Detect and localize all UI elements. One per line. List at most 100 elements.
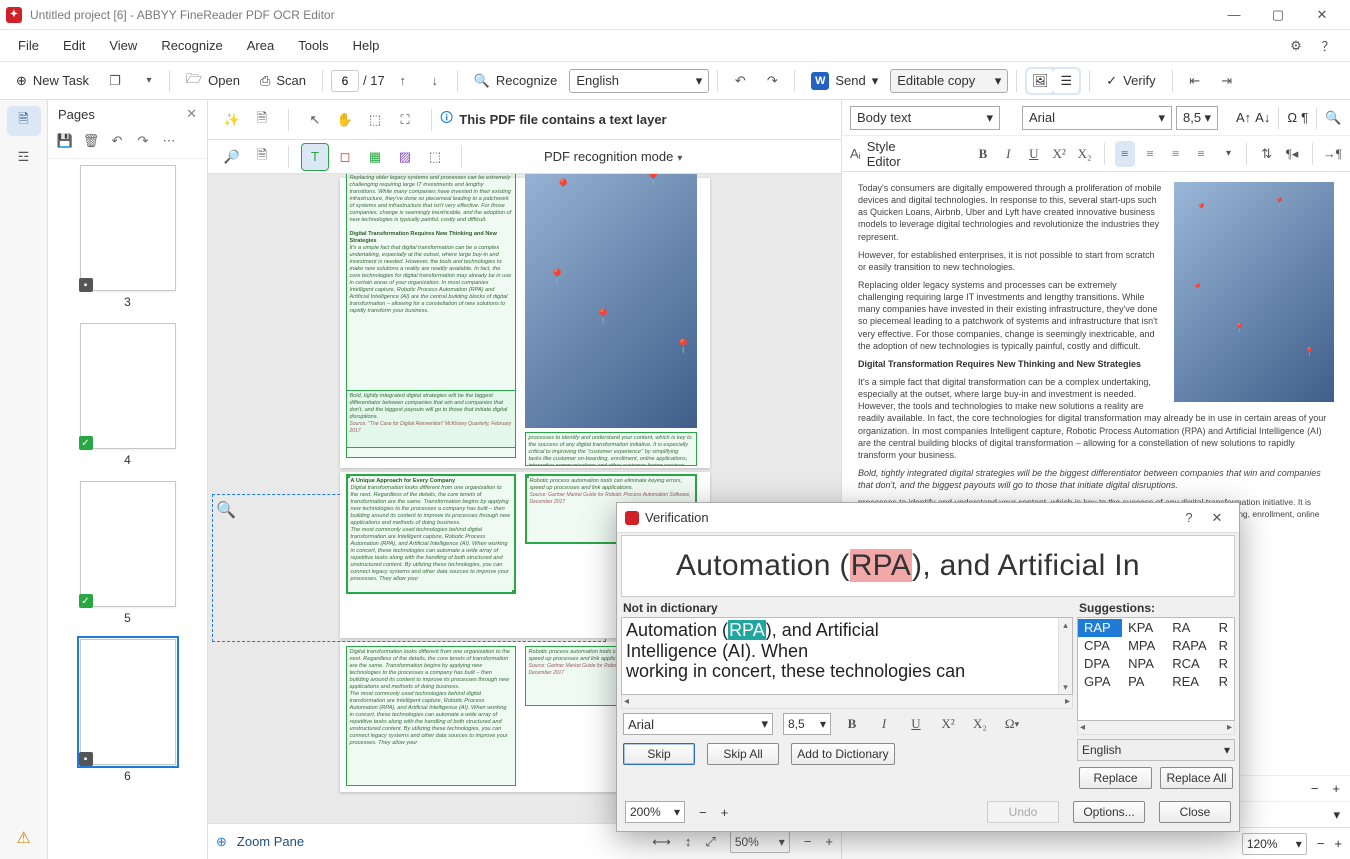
undo-icon[interactable]: ↶ [726,67,754,95]
style-editor-label[interactable]: Style Editor [867,139,917,169]
recognize-button[interactable]: 🔍Recognize [466,70,566,92]
verification-titlebar[interactable]: Verification ? ✕ [617,503,1239,533]
menu-area[interactable]: Area [237,34,284,57]
verify-language-select[interactable]: English▾ [1077,739,1235,761]
first-page-icon[interactable]: ⇤ [1181,67,1209,95]
suggestion-item[interactable]: MPA [1122,637,1166,655]
suggestion-item[interactable]: RAPA [1166,637,1212,655]
verify-italic-button[interactable]: I [873,713,895,735]
verify-underline-button[interactable]: U [905,713,927,735]
last-page-icon[interactable]: ⇥ [1213,67,1241,95]
warning-icon[interactable]: ⚠ [7,823,41,853]
undo-button[interactable]: Undo [987,801,1059,823]
dialog-help-icon[interactable]: ? [1175,505,1203,531]
dialog-close-icon[interactable]: ✕ [1203,505,1231,531]
layers-icon[interactable]: ❐ [101,67,129,95]
properties-rail-icon[interactable]: ☲ [7,142,41,172]
pdf-recognition-mode-select[interactable]: PDF recognition mode [544,149,682,164]
save-icon[interactable]: 💾 [54,130,76,152]
select-all-icon[interactable]: ⛶ [391,106,419,134]
suggestion-item[interactable]: R [1213,655,1234,673]
help-icon[interactable]: ？ [1314,32,1342,60]
pages-rail-icon[interactable]: 🗎 [7,106,41,136]
menu-recognize[interactable]: Recognize [151,34,232,57]
chevron-down-icon[interactable]: ▾ [1333,807,1340,823]
page-number-input[interactable] [331,70,359,92]
suggestion-item[interactable]: GPA [1078,673,1122,691]
rotate-right-icon[interactable]: ↷ [132,130,154,152]
text-area-icon[interactable]: T [301,143,329,171]
decrease-font-icon[interactable]: A↓ [1255,110,1270,125]
background-area-icon[interactable]: ▨ [391,143,419,171]
options-button[interactable]: Options... [1073,801,1145,823]
send-button[interactable]: WSend▾ [803,69,886,93]
zoom-out-icon[interactable]: − [1311,781,1319,796]
picture-area-icon[interactable]: ◻ [331,143,359,171]
page-thumb-3[interactable]: ▪ 3 [56,165,199,309]
zoom-level-select[interactable]: 50%▾ [730,831,790,853]
line-spacing-icon[interactable]: ⇅ [1257,141,1276,167]
show-marks-icon[interactable]: ¶ [1301,110,1308,125]
find-icon[interactable]: 🔍 [1325,110,1341,126]
suggestions-hscrollbar[interactable]: ◂▸ [1077,721,1235,735]
suggestions-list[interactable]: RAP CPA DPA GPA KPA MPA NPA PA RA RAPA [1077,617,1235,721]
suggestion-item[interactable]: REA [1166,673,1212,691]
suggestion-item[interactable]: CPA [1078,637,1122,655]
zoom-in-icon[interactable]: + [1334,836,1342,851]
verification-text-input[interactable]: Automation (RPA), and Artificial Intelli… [621,617,1073,695]
new-task-button[interactable]: ⊕New Task [8,70,97,92]
verify-zoom-out-icon[interactable]: − [699,805,707,820]
verify-symbol-button[interactable]: Ω▾ [1001,713,1023,735]
italic-button[interactable]: I [999,141,1018,167]
replace-all-button[interactable]: Replace All [1160,767,1233,789]
style-select[interactable]: Body text▾ [850,106,1000,130]
suggestion-item[interactable]: R [1213,637,1234,655]
verify-button[interactable]: ✓Verify [1098,70,1163,92]
select-region-icon[interactable]: ⬚ [361,106,389,134]
zoom-pane-label[interactable]: Zoom Pane [237,834,304,849]
align-center-button[interactable]: ≡ [1141,141,1160,167]
close-button[interactable]: Close [1159,801,1231,823]
zoom-out-icon[interactable]: − [804,834,812,849]
fit-page-icon[interactable]: ⤢ [705,834,715,850]
select-area-icon[interactable]: ⬚ [421,143,449,171]
pointer-icon[interactable]: ↖ [301,106,329,134]
skip-button[interactable]: Skip [623,743,695,765]
redo-icon[interactable]: ↷ [758,67,786,95]
text-zoom-select[interactable]: 120%▾ [1242,833,1307,855]
page-down-icon[interactable]: ↓ [421,67,449,95]
verify-size-select[interactable]: 8,5▾ [783,713,831,735]
increase-font-icon[interactable]: A↑ [1236,110,1251,125]
fit-width-icon[interactable]: ⟷ [652,834,671,850]
replace-button[interactable]: Replace [1079,767,1152,789]
minimize-button[interactable]: — [1212,0,1256,30]
verify-zoom-in-icon[interactable]: + [721,805,729,820]
superscript-button[interactable]: X² [1049,141,1068,167]
textbox-vscrollbar[interactable]: ▴▾ [1058,618,1072,694]
text-area-selected[interactable]: A Unique Approach for Every Company Digi… [346,474,516,594]
table-area-icon[interactable]: ▦ [361,143,389,171]
open-button[interactable]: 🗁Open [178,67,248,95]
settings-icon[interactable]: ⚙ [1282,32,1310,60]
font-size-select[interactable]: 8,5▾ [1176,106,1218,130]
align-more-dropdown[interactable] [1217,141,1236,167]
scan-button[interactable]: ⎙Scan [252,70,314,92]
zoom-in-icon[interactable]: + [1332,781,1340,796]
suggestion-item[interactable]: R [1213,619,1234,637]
menu-file[interactable]: File [8,34,49,57]
indent-icon[interactable]: →¶ [1323,141,1342,167]
view-text-icon[interactable]: ☰ [1053,69,1079,93]
suggestion-item[interactable]: KPA [1122,619,1166,637]
send-format-select[interactable]: Editable copy▾ [890,69,1008,93]
align-left-button[interactable]: ≡ [1115,141,1134,167]
symbol-icon[interactable]: Ω [1287,110,1297,125]
verify-font-select[interactable]: Arial▾ [623,713,773,735]
suggestion-item[interactable]: NPA [1122,655,1166,673]
bold-button[interactable]: B [973,141,992,167]
textbox-hscrollbar[interactable]: ◂▸ [621,695,1073,709]
zoom-out-icon[interactable]: − [1317,836,1325,851]
page-add-icon[interactable]: 🗎 [248,106,276,134]
verify-subscript-button[interactable]: X₂ [969,713,991,735]
skip-all-button[interactable]: Skip All [707,743,779,765]
underline-button[interactable]: U [1024,141,1043,167]
